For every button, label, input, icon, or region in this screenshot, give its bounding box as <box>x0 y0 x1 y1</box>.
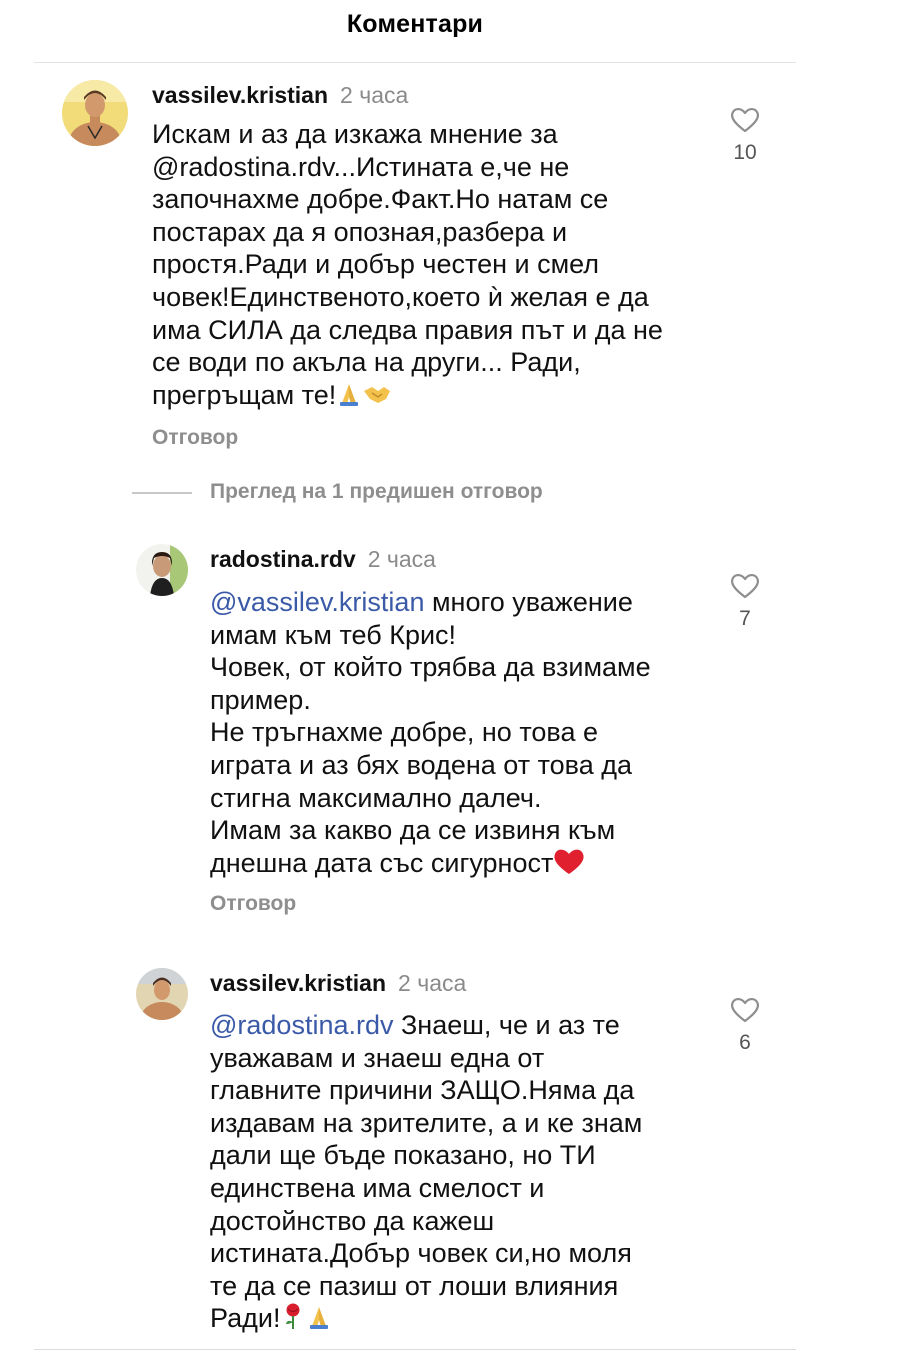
avatar[interactable] <box>62 80 128 146</box>
view-replies-label[interactable]: Преглед на 1 предишен отговор <box>210 480 543 504</box>
comment-text: Знаеш, че и аз те уважавам и знаеш една … <box>210 1010 643 1334</box>
avatar[interactable] <box>136 968 188 1020</box>
like-count: 10 <box>733 141 757 164</box>
reply-button[interactable]: Отговор <box>210 892 296 916</box>
header-divider <box>34 62 796 63</box>
comment-body: Искам и аз да изкажа мнение за @radostin… <box>152 118 712 414</box>
like-count: 7 <box>739 607 751 630</box>
comment-username[interactable]: vassilev.kristian 2 часа <box>152 82 408 109</box>
like-count: 6 <box>739 1031 751 1054</box>
username-text[interactable]: vassilev.kristian <box>210 970 386 996</box>
comment-time: 2 часа <box>398 970 467 996</box>
comment-body: @vassilev.kristian много уважение имам к… <box>210 586 710 882</box>
username-text[interactable]: radostina.rdv <box>210 546 356 572</box>
handshake-emoji <box>362 381 392 415</box>
comment-time: 2 часа <box>340 82 409 108</box>
pray-emoji <box>306 1304 332 1338</box>
replies-divider-line <box>132 492 192 494</box>
comment-time: 2 часа <box>367 546 436 572</box>
heart-icon[interactable] <box>730 106 760 133</box>
heart-icon[interactable] <box>730 996 760 1023</box>
heart-icon[interactable] <box>730 572 760 599</box>
comment-username[interactable]: vassilev.kristian 2 часа <box>210 970 466 997</box>
reply-button[interactable]: Отговор <box>152 426 238 450</box>
like-button[interactable]: 10 <box>720 106 770 165</box>
mention-link[interactable]: @radostina.rdv <box>210 1010 394 1040</box>
rose-emoji <box>280 1302 306 1338</box>
red-heart-emoji <box>553 847 585 883</box>
page-title: Коментари <box>346 10 484 38</box>
pray-emoji <box>336 381 362 415</box>
mention-link[interactable]: @vassilev.kristian <box>210 587 424 617</box>
comment-body: @radostina.rdv Знаеш, че и аз те уважава… <box>210 1009 710 1338</box>
avatar[interactable] <box>136 544 188 596</box>
username-text[interactable]: vassilev.kristian <box>152 82 328 108</box>
comment-text: Искам и аз да изкажа мнение за @radostin… <box>152 119 663 410</box>
comment-text: много уважение имам към теб Крис! Човек,… <box>210 587 651 878</box>
like-button[interactable]: 7 <box>720 572 770 631</box>
like-button[interactable]: 6 <box>720 996 770 1055</box>
comments-header: Коментари <box>0 0 830 62</box>
bottom-divider <box>34 1349 796 1350</box>
comment-username[interactable]: radostina.rdv 2 часа <box>210 546 436 573</box>
